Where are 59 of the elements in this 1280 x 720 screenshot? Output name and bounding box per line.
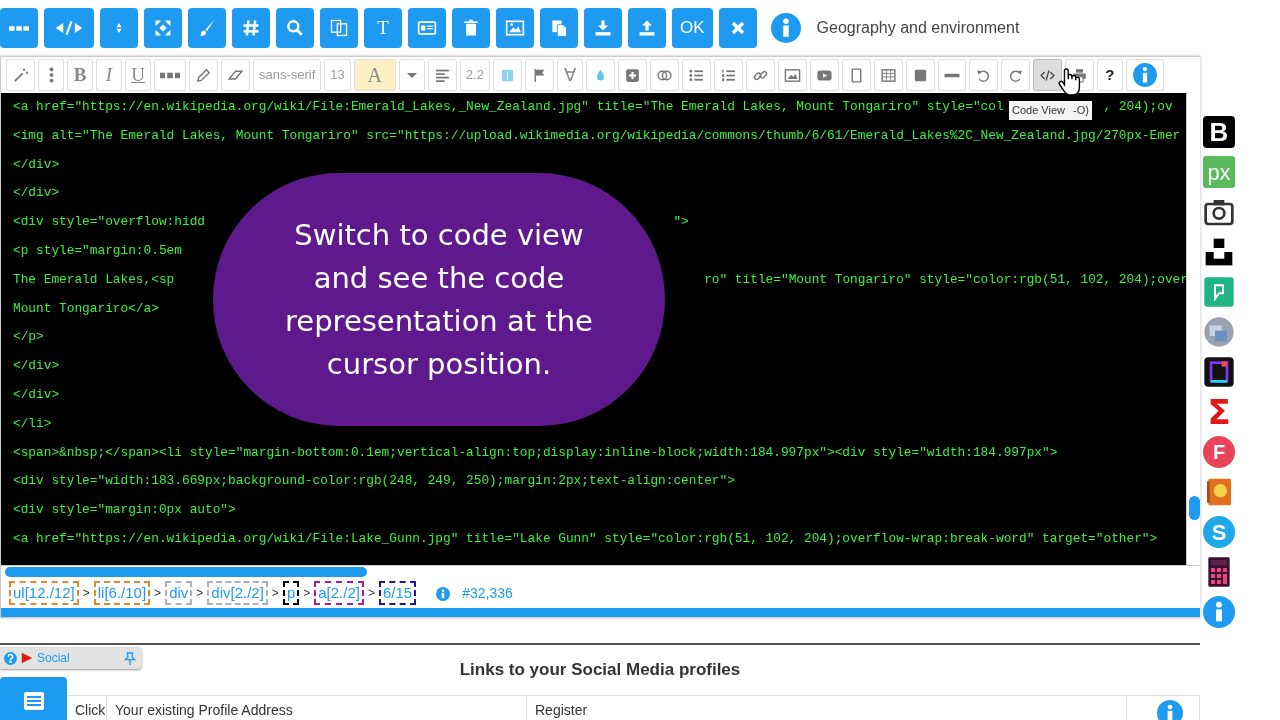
column-header: Your existing Profile Address [107, 696, 527, 720]
code-text: Mount Tongariro</a> [13, 299, 159, 318]
column-header: Register [527, 696, 1127, 720]
bold-button[interactable]: B [67, 59, 93, 91]
code-text: <div style="overflow:hidd [13, 213, 205, 232]
breadcrumb-item[interactable]: div [165, 581, 193, 605]
brand-logo[interactable]: Σ [1203, 396, 1235, 428]
code-text: </div> [13, 155, 60, 174]
symbol-button[interactable]: ∀ [556, 59, 583, 91]
position-text: #32,336 [462, 583, 513, 603]
code-text: <span>&nbsp;</span><li style="margin-bottom:0.1em;vertical-align:top;display:inline-block;width:184.997px"><div style="width:184.997px"> [13, 443, 1058, 462]
code-text: <a href="https://en.wikipedia.org/wiki/File:Emerald_Lakes,_New_Zealand.jpg" title="The Emerald Lakes, Mount Tongariro" style="col [13, 98, 1004, 116]
code-text: , 204);ov [1103, 98, 1173, 116]
breadcrumb-item[interactable]: p [282, 581, 300, 605]
code-text: </p> [13, 328, 44, 347]
breadcrumb-item[interactable]: 6/15 [378, 581, 417, 605]
code-text: </div> [13, 357, 60, 376]
social-tab[interactable]: Social [0, 647, 142, 669]
italic-button[interactable]: I [96, 59, 122, 91]
breadcrumb-item[interactable]: div[2./2] [207, 581, 268, 605]
breadcrumb-item[interactable]: a[2./2] [314, 581, 364, 605]
breadcrumb-item[interactable]: ul[12./12] [9, 581, 79, 605]
brand-logo[interactable]: px [1203, 156, 1235, 188]
code-text: <div style="margin:0px auto"> [13, 501, 236, 520]
separator: > [196, 585, 204, 602]
code-text: The Emerald Lakes,<sp [13, 270, 175, 289]
breadcrumb-item[interactable]: li[6./10] [93, 581, 151, 605]
code-text: </div> [13, 184, 60, 203]
code-text: "> [673, 213, 689, 232]
callout-text: Switch to code view and see the code representation at the cursor position. [284, 216, 594, 383]
code-text: <p style="margin:0.5em [13, 242, 182, 260]
separator: > [82, 585, 90, 602]
tooltip-text: -O) [1073, 103, 1089, 118]
bold-button[interactable]: ? [1096, 59, 1123, 91]
page-title: Geography and environment [816, 18, 1020, 38]
code-text: <div style="width:183.669px;background-color:rgb(248, 249, 250);margin:2px;text-align:center"> [13, 472, 735, 491]
font-color-button[interactable]: A [353, 59, 396, 91]
font-size-field[interactable]: 13 [324, 59, 351, 91]
ok-button[interactable]: OK [672, 8, 713, 48]
code-text: </li> [13, 414, 52, 433]
code-text: ro" title="Mount Tongariro" style="color:rgb(51, 102, 204);over [704, 270, 1186, 289]
code-text: <img alt="The Emerald Lakes, Mount Tongariro" src="https://upload.wikimedia.org/wikipedia/commons/thumb/6/61/Emerald_Lakes%2C_New_Zealand.jpg/270px-Emer [13, 126, 1181, 145]
font-family-field[interactable]: sans-serif [253, 59, 322, 91]
section-heading: Links to your Social Media profiles [458, 659, 742, 681]
tab-label: Social [37, 650, 70, 667]
line-height-field[interactable]: 2.2 [459, 59, 490, 91]
underline-button[interactable]: U [125, 59, 151, 91]
separator: > [271, 585, 279, 602]
brand-logo[interactable]: B [1203, 116, 1235, 148]
brand-logo[interactable]: S [1203, 516, 1235, 548]
separator: > [303, 585, 311, 602]
code-text: <a href="https://en.wikipedia.org/wiki/File:Lake_Gunn.jpg" title="Lake Gunn" style="color:rgb(51, 102, 204);overflow-wrap:break-word" target="other"> [13, 529, 1158, 548]
column-header: Click [67, 696, 107, 720]
text-button[interactable]: T [364, 8, 402, 48]
separator: > [367, 585, 375, 602]
separator: > [154, 585, 162, 602]
tooltip-text: Code View [1012, 103, 1065, 118]
code-text: </div> [13, 385, 60, 404]
brand-logo[interactable]: F [1203, 436, 1235, 468]
